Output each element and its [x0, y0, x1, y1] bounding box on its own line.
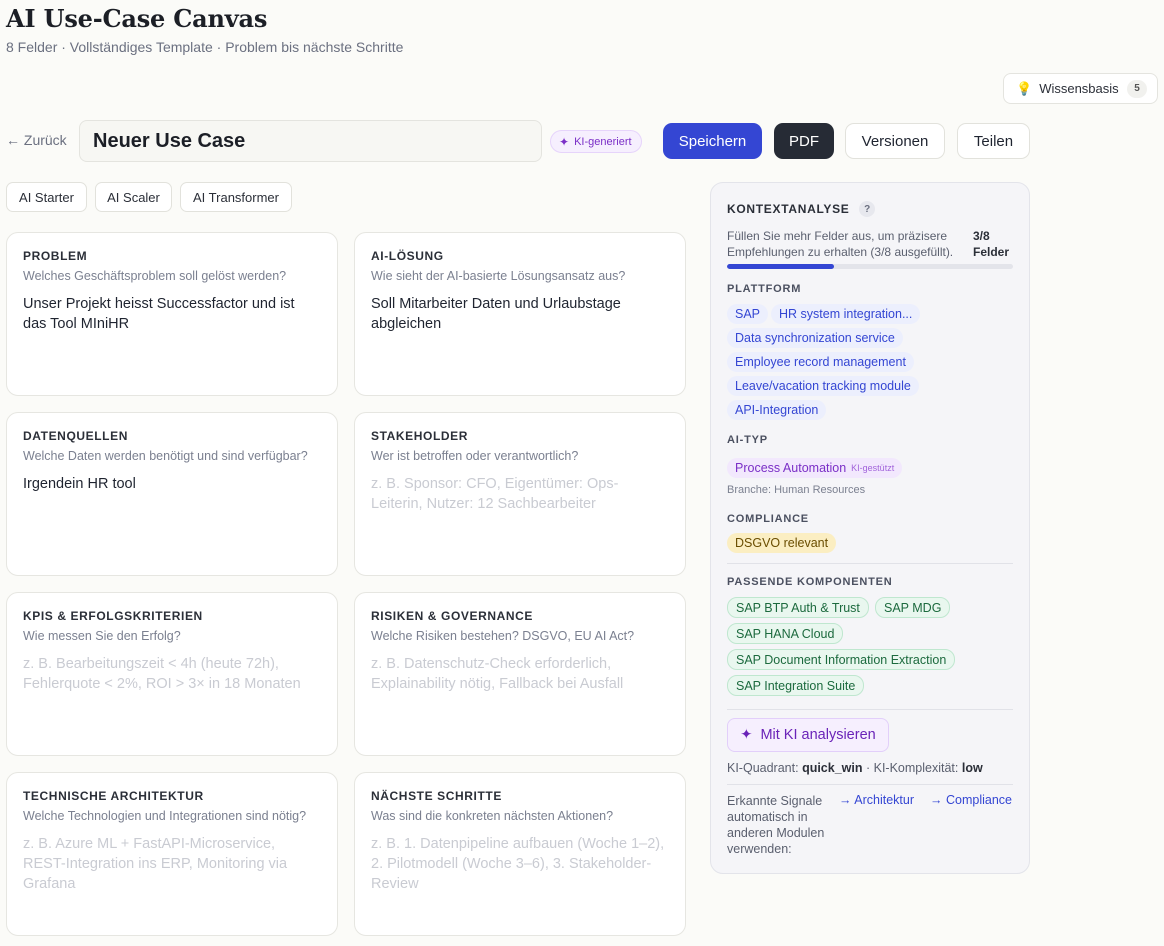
field-label: DATENQUELLEN	[23, 429, 128, 443]
field-input-next-steps[interactable]: z. B. 1. Datenpipeline aufbauen (Woche 1…	[371, 834, 669, 894]
pdf-button[interactable]: PDF	[774, 123, 834, 159]
field-input-stakeholder[interactable]: z. B. Sponsor: CFO, Eigentümer: Ops-Leit…	[371, 474, 669, 514]
ai-type-badge: KI-gestützt	[851, 463, 895, 473]
component-chip[interactable]: SAP Document Information Extraction	[727, 649, 956, 670]
field-input-architecture[interactable]: z. B. Azure ML + FastAPI-Microservice, R…	[23, 834, 321, 894]
field-card-architecture[interactable]: TECHNISCHE ARCHITEKTUR Welche Technologi…	[6, 772, 338, 936]
back-link[interactable]: ← Zurück	[6, 132, 67, 148]
template-ai-scaler-button[interactable]: AI Scaler	[95, 182, 172, 212]
page-title: AI Use-Case Canvas	[6, 4, 268, 33]
save-button[interactable]: Speichern	[663, 123, 762, 159]
field-card-next-steps[interactable]: NÄCHSTE SCHRITTE Was sind die konkreten …	[354, 772, 686, 936]
complexity-prefix: · KI-Komplexität:	[865, 761, 959, 775]
platform-chip: HR system integration...	[771, 304, 921, 324]
field-hint: Was sind die konkreten nächsten Aktionen…	[371, 809, 614, 823]
component-chip[interactable]: SAP MDG	[875, 597, 951, 618]
field-input-data-sources[interactable]: Irgendein HR tool	[23, 474, 321, 494]
platform-chip: Data synchronization service	[727, 328, 903, 348]
field-label: STAKEHOLDER	[371, 429, 469, 443]
platform-chip: Leave/vacation tracking module	[727, 376, 919, 396]
field-label: PROBLEM	[23, 249, 88, 263]
component-chip[interactable]: SAP HANA Cloud	[727, 623, 844, 644]
field-input-problem[interactable]: Unser Projekt heisst Successfactor und i…	[23, 294, 321, 334]
signals-label: Erkannte Signale automatisch in anderen …	[727, 794, 825, 856]
analyze-with-ai-button[interactable]: ✦ Mit KI analysieren	[727, 718, 889, 752]
progress-bar	[727, 264, 1013, 269]
field-card-data-sources[interactable]: DATENQUELLEN Welche Daten werden benötig…	[6, 412, 338, 576]
field-label: TECHNISCHE ARCHITEKTUR	[23, 789, 204, 803]
versions-button[interactable]: Versionen	[845, 123, 945, 159]
signal-link-compliance[interactable]: → Compliance	[930, 793, 1012, 807]
platform-chip: Employee record management	[727, 352, 914, 372]
field-label: KPIS & ERFOLGSKRITERIEN	[23, 609, 203, 623]
progress-fill	[727, 264, 835, 269]
context-title-text: KONTEXTANALYSE	[727, 202, 850, 216]
field-card-risks[interactable]: RISIKEN & GOVERNANCE Welche Risiken best…	[354, 592, 686, 756]
sparkle-icon: ✦	[740, 727, 753, 743]
ai-type-label: AI-TYP	[727, 434, 768, 446]
knowledge-base-count: 5	[1127, 79, 1147, 98]
field-label: AI-LÖSUNG	[371, 249, 444, 263]
filled-count: 3/8 Felder	[973, 229, 1010, 259]
field-card-stakeholder[interactable]: STAKEHOLDER Wer ist betroffen oder veran…	[354, 412, 686, 576]
signal-link-architecture[interactable]: → Architektur	[839, 793, 914, 807]
field-hint: Wie messen Sie den Erfolg?	[23, 629, 181, 643]
field-card-problem[interactable]: PROBLEM Welches Geschäftsproblem soll ge…	[6, 232, 338, 396]
compliance-chip: DSGVO relevant	[727, 533, 837, 553]
share-button[interactable]: Teilen	[957, 123, 1030, 159]
divider	[727, 563, 1013, 564]
help-icon[interactable]: ?	[859, 201, 876, 217]
context-title: KONTEXTANALYSE ?	[727, 201, 876, 217]
ai-generated-badge: ✦ KI-generiert	[550, 130, 642, 153]
knowledge-base-label: Wissensbasis	[1039, 81, 1119, 96]
quadrant-value: quick_win	[802, 761, 863, 775]
ai-type-chip: Process Automation KI-gestützt	[727, 458, 903, 478]
knowledge-base-button[interactable]: 💡 Wissensbasis 5	[1003, 73, 1158, 104]
template-ai-transformer-button[interactable]: AI Transformer	[180, 182, 292, 212]
analyze-label: Mit KI analysieren	[760, 727, 876, 743]
compliance-label: COMPLIANCE	[727, 513, 809, 525]
field-card-kpis[interactable]: KPIS & ERFOLGSKRITERIEN Wie messen Sie d…	[6, 592, 338, 756]
template-ai-starter-button[interactable]: AI Starter	[6, 182, 87, 212]
field-hint: Welche Technologien und Integrationen si…	[23, 809, 307, 823]
field-label: NÄCHSTE SCHRITTE	[371, 789, 502, 803]
divider	[727, 784, 1013, 785]
field-hint: Welches Geschäftsproblem soll gelöst wer…	[23, 269, 287, 283]
field-hint: Welche Risiken bestehen? DSGVO, EU AI Ac…	[371, 629, 635, 643]
industry-text: Branche: Human Resources	[727, 484, 866, 496]
quadrant-prefix: KI-Quadrant:	[727, 761, 799, 775]
field-hint: Wer ist betroffen oder verantwortlich?	[371, 449, 579, 463]
component-chip[interactable]: SAP BTP Auth & Trust	[727, 597, 869, 618]
complexity-value: low	[961, 761, 983, 775]
component-chip[interactable]: SAP Integration Suite	[727, 675, 865, 696]
platform-chip: API-Integration	[727, 400, 827, 420]
field-input-kpis[interactable]: z. B. Bearbeitungszeit < 4h (heute 72h),…	[23, 654, 321, 694]
page-subtitle: 8 Felder · Vollständiges Template · Prob…	[6, 39, 404, 55]
lightbulb-icon: 💡	[1016, 80, 1033, 96]
context-description: Füllen Sie mehr Felder aus, um präzisere…	[727, 229, 954, 259]
platform-chip: SAP	[727, 304, 769, 324]
ai-generated-label: KI-generiert	[574, 135, 632, 148]
use-case-title-input[interactable]	[79, 120, 542, 162]
platform-label: PLATTFORM	[727, 283, 802, 295]
sparkle-icon: ✦	[559, 134, 570, 149]
quadrant-line: KI-Quadrant: quick_win · KI-Komplexität:…	[727, 761, 983, 775]
divider	[727, 709, 1013, 710]
field-input-risks[interactable]: z. B. Datenschutz-Check erforderlich, Ex…	[371, 654, 669, 694]
field-input-ai-solution[interactable]: Soll Mitarbeiter Daten und Urlaubstage a…	[371, 294, 669, 334]
field-card-ai-solution[interactable]: AI-LÖSUNG Wie sieht der AI-basierte Lösu…	[354, 232, 686, 396]
field-label: RISIKEN & GOVERNANCE	[371, 609, 534, 623]
context-analysis-panel: KONTEXTANALYSE ? Füllen Sie mehr Felder …	[710, 182, 1030, 874]
field-hint: Wie sieht der AI-basierte Lösungsansatz …	[371, 269, 626, 283]
components-label: PASSENDE KOMPONENTEN	[727, 576, 893, 588]
field-hint: Welche Daten werden benötigt und sind ve…	[23, 449, 308, 463]
ai-type-value: Process Automation	[735, 461, 847, 475]
